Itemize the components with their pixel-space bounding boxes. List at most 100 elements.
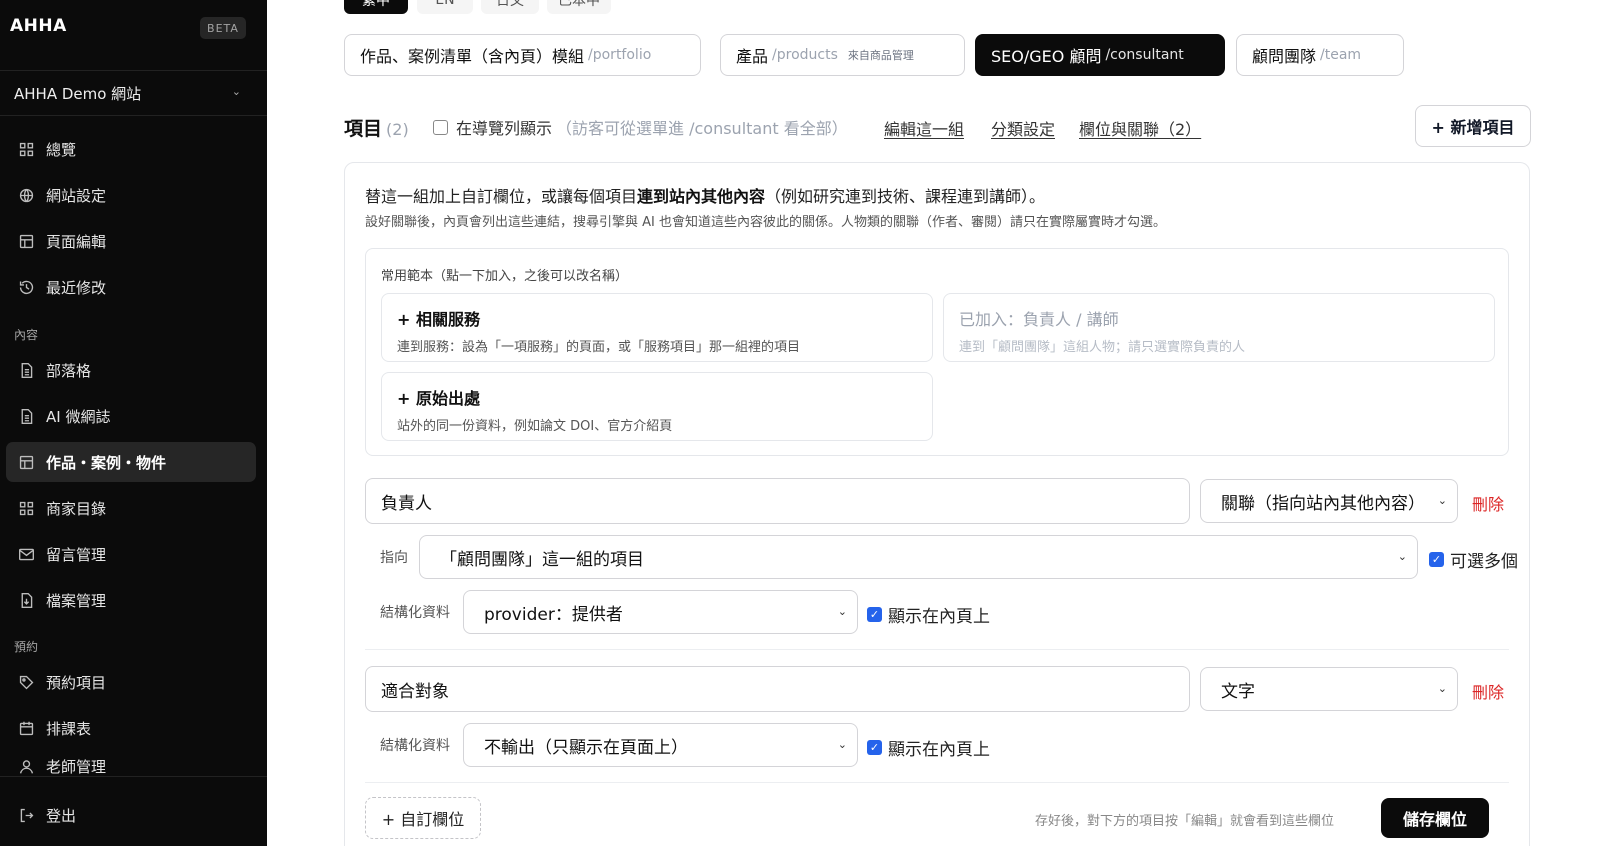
- sidebar-item-files[interactable]: 檔案管理: [6, 580, 256, 620]
- show-on-page-checkbox[interactable]: ✓ 顯示在內頁上: [867, 735, 990, 760]
- sidebar-item-label: 頁面編輯: [46, 232, 107, 251]
- sidebar-item-label: 預約項目: [46, 673, 107, 692]
- field-name-input[interactable]: 適合對象: [365, 666, 1190, 712]
- checkbox-unchecked[interactable]: [433, 119, 448, 135]
- sidebar-item-ai-microblog[interactable]: AI 微網誌: [6, 396, 256, 436]
- module-tab-products[interactable]: 產品 /products 來自商品管理: [720, 34, 965, 76]
- sidebar-item-label: 留言管理: [46, 545, 107, 564]
- sidebar-item-label: 檔案管理: [46, 591, 107, 610]
- sidebar-item-booking-items[interactable]: 預約項目: [6, 662, 256, 702]
- module-tab-label: 產品: [736, 47, 769, 66]
- add-item-button[interactable]: + 新增項目: [1415, 105, 1531, 147]
- sidebar-item-blog[interactable]: 部落格: [6, 350, 256, 390]
- sidebar-item-label: AI 微網誌: [46, 407, 111, 426]
- fields-relations-link[interactable]: 欄位與關聯（2）: [1079, 116, 1201, 140]
- mail-icon: [16, 544, 36, 564]
- sidebar-item-recent[interactable]: 最近修改: [6, 267, 256, 307]
- show-in-nav-hint: （訪客可從選單進 /consultant 看全部）: [556, 119, 848, 138]
- target-select[interactable]: 「顧問團隊」這一組的項目 ⌄: [419, 535, 1418, 579]
- select-value: provider：提供者: [484, 604, 623, 625]
- divider: [365, 782, 1509, 783]
- history-icon: [16, 277, 36, 297]
- divider: [365, 649, 1509, 650]
- chevron-down-icon: ⌄: [1437, 682, 1447, 695]
- sidebar-item-label: 作品・案例・物件: [46, 453, 167, 472]
- template-original-source[interactable]: + 原始出處 站外的同一份資料，例如論文 DOI、官方介紹頁: [381, 372, 933, 441]
- sidebar-item-site-settings[interactable]: 網站設定: [6, 175, 256, 215]
- module-tab-slug: /portfolio: [588, 47, 652, 63]
- intro-text: 替這一組加上自訂欄位，或讓每個項目: [365, 187, 638, 206]
- add-custom-field-button[interactable]: + 自訂欄位: [365, 797, 481, 839]
- sidebar-item-label: 總覽: [46, 140, 77, 159]
- sidebar: AHHA BETA AHHA Demo 網站 ⌄ 總覽 網站設定 頁面編輯 最近…: [0, 0, 267, 846]
- logout-label: 登出: [46, 806, 77, 825]
- edit-group-link[interactable]: 編輯這一組: [884, 116, 964, 140]
- file-text-icon: [16, 406, 36, 426]
- select-value: 「顧問團隊」這一組的項目: [440, 549, 644, 570]
- template-related-services[interactable]: + 相關服務 連到服務：設為「一項服務」的頁面，或「服務項目」那一組裡的項目: [381, 293, 933, 362]
- intro-text-suffix: （例如研究連到技術、課程連到講師）。: [765, 187, 1046, 206]
- show-in-nav-checkbox[interactable]: 在導覽列顯示 （訪客可從選單進 /consultant 看全部）: [433, 115, 848, 139]
- schema-label: 結構化資料: [380, 605, 450, 621]
- template-desc: 連到服務：設為「一項服務」的頁面，或「服務項目」那一組裡的項目: [397, 340, 801, 355]
- chevron-down-icon: ⌄: [1437, 494, 1447, 507]
- field-type-select[interactable]: 文字 ⌄: [1200, 667, 1458, 711]
- tab-lang-zh[interactable]: 繁中: [344, 0, 408, 14]
- templates-box: 常用範本（點一下加入，之後可以改名稱） + 相關服務 連到服務：設為「一項服務」…: [365, 248, 1509, 456]
- sidebar-item-portfolio[interactable]: 作品・案例・物件: [6, 442, 256, 482]
- multi-select-label: 可選多個: [1450, 552, 1518, 572]
- sidebar-item-comments[interactable]: 留言管理: [6, 534, 256, 574]
- tab-lang-en[interactable]: EN: [417, 0, 473, 14]
- grid-icon: [16, 139, 36, 159]
- sidebar-item-teachers[interactable]: 老師管理: [6, 754, 256, 776]
- sidebar-item-label: 商家目錄: [46, 499, 107, 518]
- logout-icon: [16, 805, 36, 825]
- multi-select-checkbox[interactable]: ✓ 可選多個: [1429, 547, 1518, 572]
- sidebar-item-label: 最近修改: [46, 278, 107, 297]
- check-icon: ✓: [1429, 552, 1444, 567]
- site-selector[interactable]: AHHA Demo 網站 ⌄: [0, 70, 267, 116]
- target-label: 指向: [380, 550, 408, 566]
- sidebar-footer: 登出: [0, 776, 267, 846]
- items-count: (2): [386, 120, 409, 139]
- module-tab-portfolio[interactable]: 作品、案例清單（含內頁）模組 /portfolio: [344, 34, 701, 76]
- module-tab-consultant[interactable]: SEO/GEO 顧問 /consultant: [975, 34, 1225, 76]
- module-tab-label: 作品、案例清單（含內頁）模組: [360, 47, 585, 66]
- category-settings-link[interactable]: 分類設定: [991, 116, 1055, 140]
- field-name-input[interactable]: 負責人: [365, 478, 1190, 524]
- module-tab-team[interactable]: 顧問團隊 /team: [1236, 34, 1404, 76]
- logout-button[interactable]: 登出: [6, 795, 256, 835]
- brand-logo: AHHA: [10, 16, 67, 36]
- schema-select[interactable]: provider：提供者 ⌄: [463, 590, 858, 634]
- delete-field-button[interactable]: 刪除: [1472, 491, 1504, 515]
- field-type-select[interactable]: 關聯（指向站內其他內容） ⌄: [1200, 479, 1458, 523]
- delete-field-button[interactable]: 刪除: [1472, 679, 1504, 703]
- sidebar-item-schedule[interactable]: 排課表: [6, 708, 256, 748]
- save-fields-button[interactable]: 儲存欄位: [1381, 798, 1489, 838]
- layout-icon: [16, 231, 36, 251]
- sidebar-item-overview[interactable]: 總覽: [6, 129, 256, 169]
- layout-icon: [16, 452, 36, 472]
- select-value: 不輸出（只顯示在頁面上）: [484, 737, 688, 758]
- module-tab-label: SEO/GEO 顧問: [991, 47, 1102, 66]
- sidebar-section-content: 內容: [14, 328, 39, 342]
- template-desc: 站外的同一份資料，例如論文 DOI、官方介紹頁: [397, 419, 673, 434]
- sidebar-section-booking: 預約: [14, 640, 39, 654]
- check-icon: ✓: [867, 607, 882, 622]
- sidebar-item-directory[interactable]: 商家目錄: [6, 488, 256, 528]
- module-tab-label: 顧問團隊: [1252, 47, 1317, 66]
- tab-lang-other[interactable]: 已本中: [547, 0, 611, 14]
- module-tab-slug: /products: [772, 47, 838, 63]
- grid-icon: [16, 498, 36, 518]
- tab-lang-ja[interactable]: 日文: [481, 0, 539, 14]
- fields-panel: 替這一組加上自訂欄位，或讓每個項目連到站內其他內容（例如研究連到技術、課程連到講…: [344, 162, 1530, 846]
- main-content: 繁中 EN 日文 已本中 作品、案例清單（含內頁）模組 /portfolio 產…: [267, 0, 1600, 846]
- show-on-page-checkbox[interactable]: ✓ 顯示在內頁上: [867, 602, 990, 627]
- fields-intro-note: 設好關聯後，內頁會列出這些連結，搜尋引擎與 AI 也會知道這些內容彼此的關係。人…: [365, 215, 1166, 230]
- show-on-page-label: 顯示在內頁上: [888, 607, 990, 627]
- sidebar-item-page-editor[interactable]: 頁面編輯: [6, 221, 256, 261]
- show-in-nav-label: 在導覽列顯示: [456, 119, 553, 138]
- intro-bold: 連到站內其他內容: [637, 187, 766, 206]
- schema-select[interactable]: 不輸出（只顯示在頁面上） ⌄: [463, 723, 858, 767]
- items-heading: 項目 (2): [344, 114, 409, 141]
